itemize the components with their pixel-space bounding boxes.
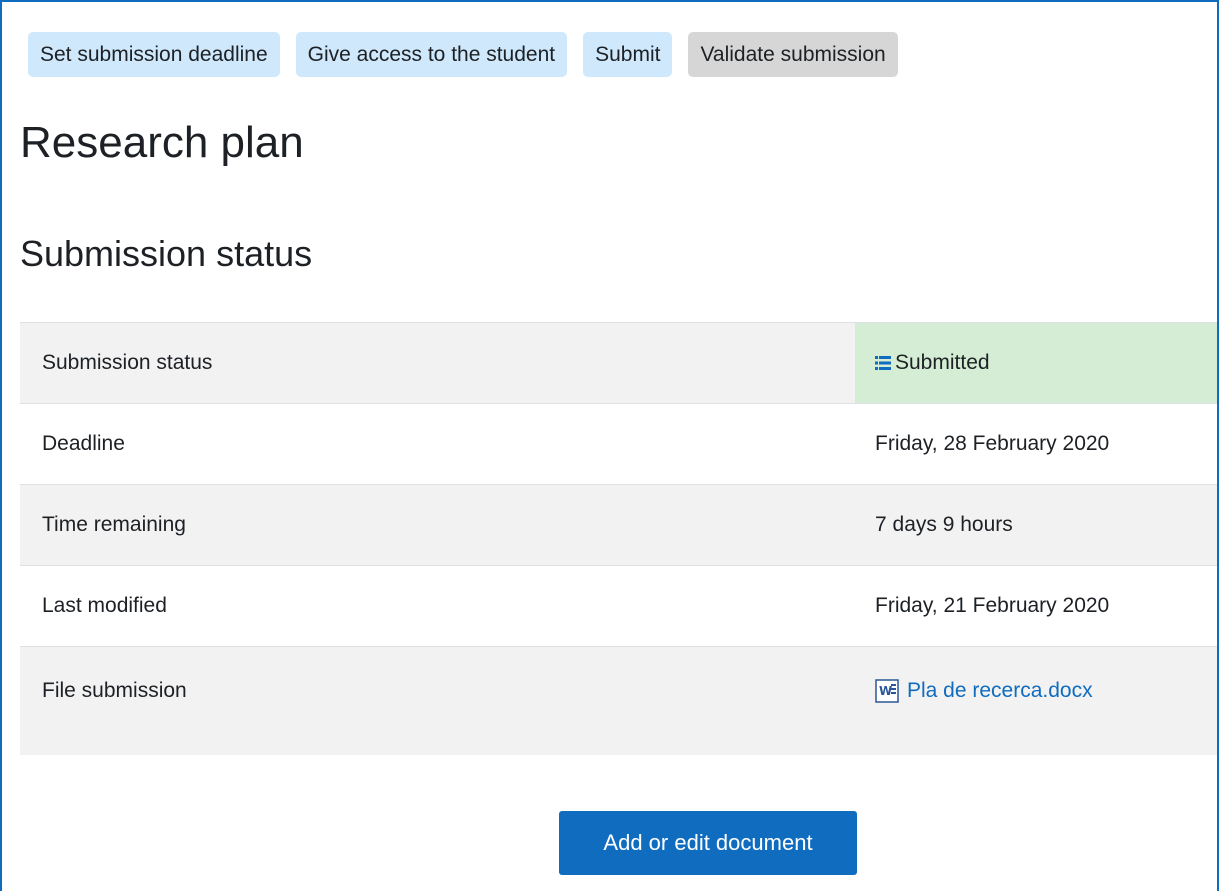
table-row: Time remaining 7 days 9 hours xyxy=(20,484,1217,566)
validate-submission-button[interactable]: Validate submission xyxy=(688,32,898,77)
submission-status-value: Submitted xyxy=(855,322,1217,404)
table-row: Last modified Friday, 21 February 2020 xyxy=(20,565,1217,647)
action-bar: Set submission deadline Give access to t… xyxy=(28,32,898,77)
time-remaining-value: 7 days 9 hours xyxy=(855,484,1217,566)
row-label: Last modified xyxy=(20,565,855,647)
word-document-icon: W xyxy=(875,679,899,703)
assignment-panel: Set submission deadline Give access to t… xyxy=(0,0,1219,891)
svg-text:W: W xyxy=(879,684,892,698)
file-submission-value: W Pla de recerca.docx xyxy=(855,646,1217,755)
submit-button[interactable]: Submit xyxy=(583,32,673,77)
file-link[interactable]: Pla de recerca.docx xyxy=(907,679,1093,702)
submission-status-table: Submission status Submitted Deadline Fri… xyxy=(20,322,1217,755)
table-row: File submission W Pla de recerca.docx xyxy=(20,646,1217,755)
status-text: Submitted xyxy=(895,351,990,374)
row-label: Submission status xyxy=(20,322,855,404)
page-title: Research plan xyxy=(20,118,304,167)
section-title: Submission status xyxy=(20,233,313,274)
last-modified-value: Friday, 21 February 2020 xyxy=(855,565,1217,647)
row-label: Time remaining xyxy=(20,484,855,566)
list-icon xyxy=(875,353,891,370)
table-row: Submission status Submitted xyxy=(20,322,1217,404)
row-label: Deadline xyxy=(20,403,855,485)
deadline-value: Friday, 28 February 2020 xyxy=(855,403,1217,485)
table-row: Deadline Friday, 28 February 2020 xyxy=(20,403,1217,485)
add-edit-document-button[interactable]: Add or edit document xyxy=(559,811,857,875)
set-deadline-button[interactable]: Set submission deadline xyxy=(28,32,280,77)
give-access-button[interactable]: Give access to the student xyxy=(295,32,568,77)
row-label: File submission xyxy=(20,646,855,755)
